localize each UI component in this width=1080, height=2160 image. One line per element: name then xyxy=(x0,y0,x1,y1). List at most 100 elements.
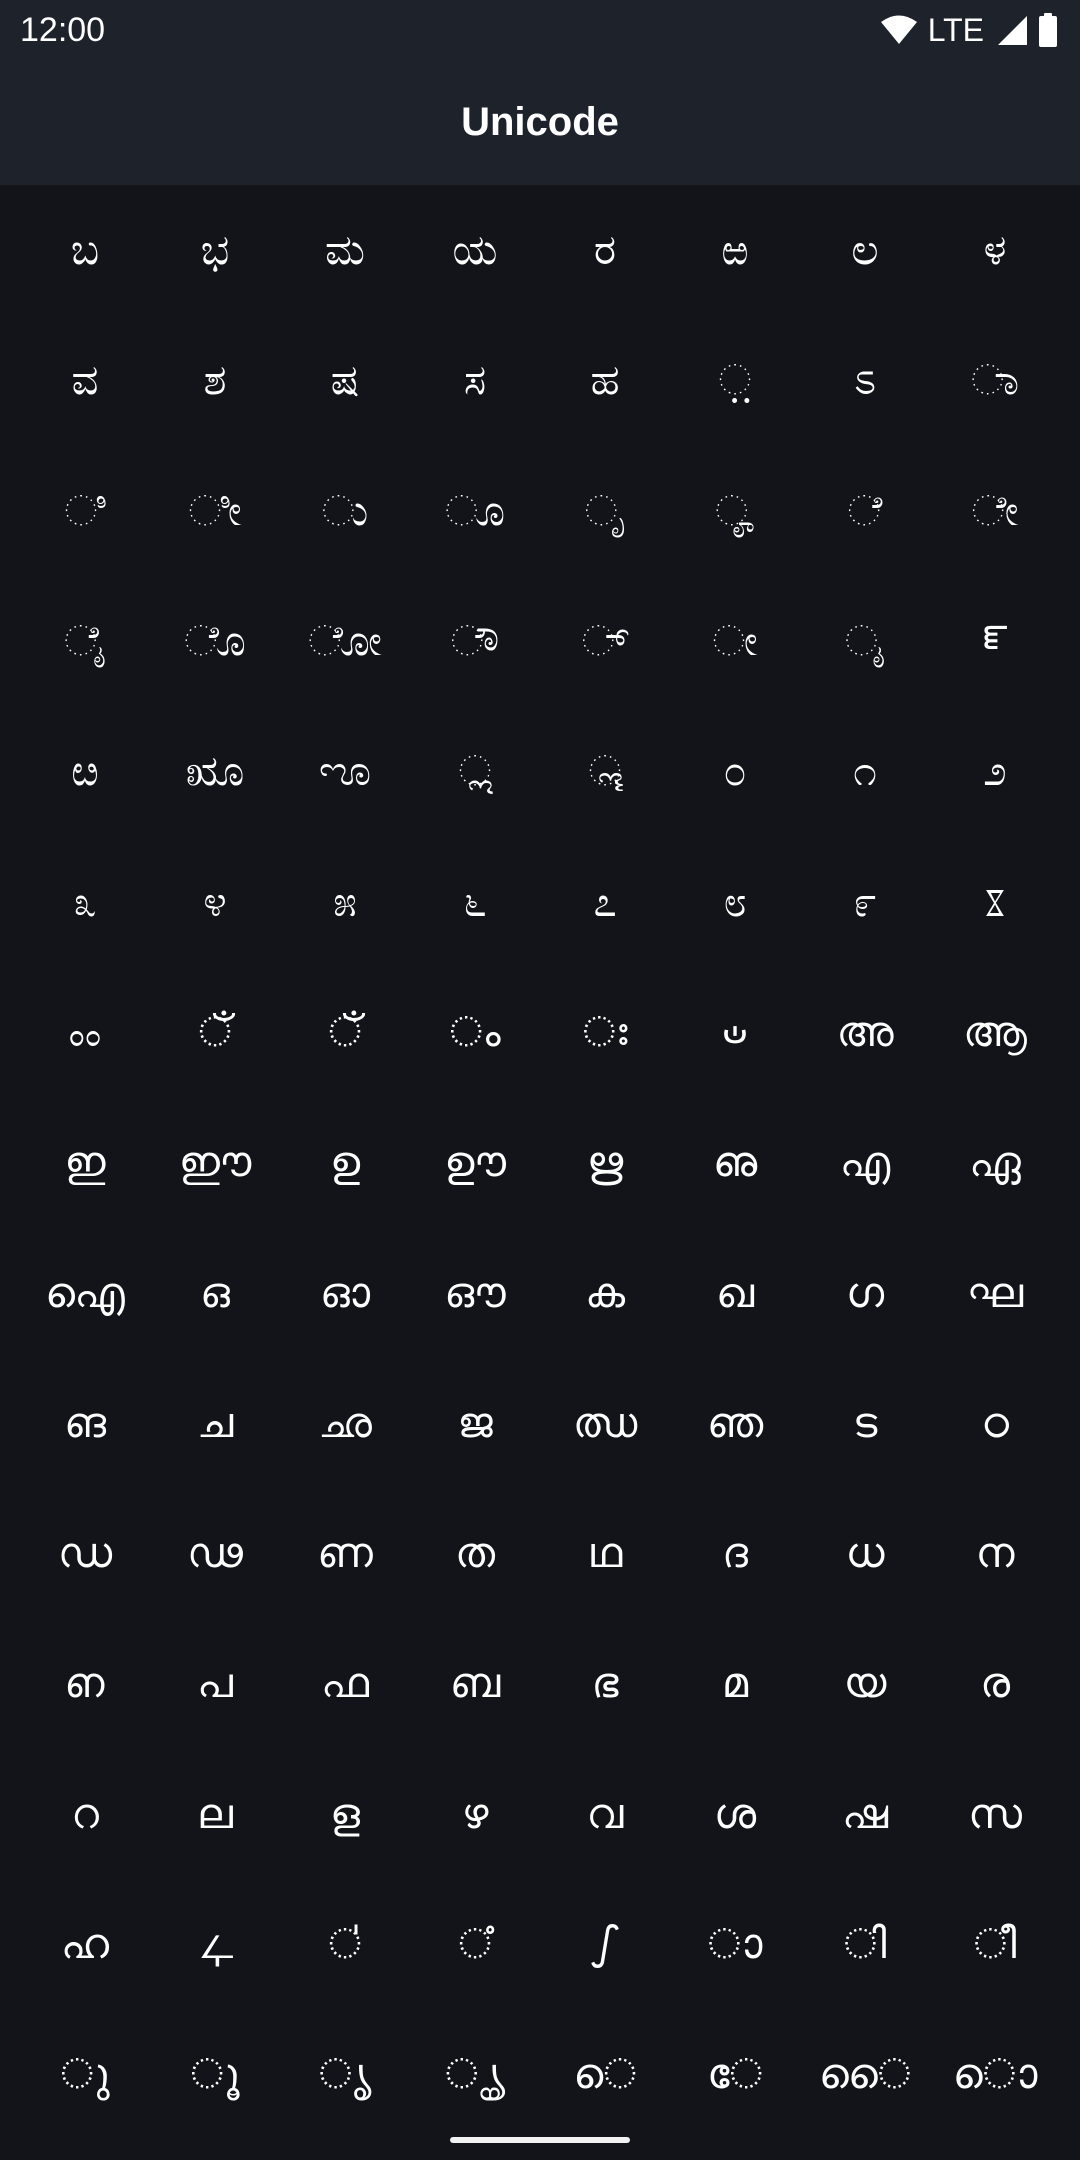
glyph-cell[interactable]: ി xyxy=(800,1879,930,2009)
glyph-cell[interactable]: ങ xyxy=(20,1358,150,1488)
glyph-cell[interactable]: ൃ xyxy=(280,2009,410,2139)
glyph-cell[interactable]: ೣ xyxy=(540,706,670,836)
glyph-cell[interactable]: ന xyxy=(930,1488,1060,1618)
glyph-cell[interactable]: ೦ xyxy=(670,706,800,836)
glyph-cell[interactable]: ೠ xyxy=(150,706,280,836)
glyph-cell[interactable]: ധ xyxy=(800,1488,930,1618)
glyph-cell[interactable]: ೀ xyxy=(150,446,280,576)
glyph-cell[interactable]: ಯ xyxy=(410,185,540,315)
glyph-cell[interactable]: ര xyxy=(930,1618,1060,1748)
glyph-cell[interactable]: ್ xyxy=(540,576,670,706)
glyph-cell[interactable]: ഷ xyxy=(800,1749,930,1879)
glyph-cell[interactable]: ಶ xyxy=(150,315,280,445)
glyph-cell[interactable]: ೩ xyxy=(20,836,150,966)
glyph-cell[interactable]: ഋ xyxy=(540,1097,670,1227)
glyph-cell[interactable]: ಸ xyxy=(410,315,540,445)
glyph-cell[interactable]: ೢ xyxy=(410,706,540,836)
glyph-cell[interactable]: ೡ xyxy=(280,706,410,836)
glyph-cell[interactable]: ೯ xyxy=(800,836,930,966)
glyph-cell[interactable]: ജ xyxy=(410,1358,540,1488)
glyph-cell[interactable]: മ xyxy=(670,1618,800,1748)
glyph-cell[interactable]: ഘ xyxy=(930,1227,1060,1357)
glyph-cell[interactable]: ೲ xyxy=(20,967,150,1097)
glyph-cell[interactable]: ഠ xyxy=(930,1358,1060,1488)
glyph-cell[interactable]: ത xyxy=(410,1488,540,1618)
glyph-cell[interactable]: ഡ xyxy=(20,1488,150,1618)
glyph-cell[interactable]: ഻ xyxy=(280,1879,410,2009)
glyph-cell[interactable]: ಬ xyxy=(20,185,150,315)
glyph-cell[interactable]: ഇ xyxy=(20,1097,150,1227)
glyph-cell[interactable]: ವ xyxy=(20,315,150,445)
glyph-cell[interactable]: ೮ xyxy=(670,836,800,966)
glyph-cell[interactable]: ൈ xyxy=(800,2009,930,2139)
glyph-cell[interactable]: ೊ xyxy=(150,576,280,706)
glyph-cell[interactable]: ഴ xyxy=(410,1749,540,1879)
glyph-cell[interactable]: ഌ xyxy=(670,1097,800,1227)
glyph-cell[interactable]: ഗ xyxy=(800,1227,930,1357)
glyph-cell[interactable]: ೄ xyxy=(670,446,800,576)
glyph-cell[interactable]: ೈ xyxy=(20,576,150,706)
glyph-cell[interactable]: വ xyxy=(540,1749,670,1879)
glyph-cell[interactable]: ൂ xyxy=(150,2009,280,2139)
glyph-cell[interactable]: ള xyxy=(280,1749,410,1879)
glyph-cell[interactable]: ಹ xyxy=(540,315,670,445)
glyph-cell[interactable]: ಱ xyxy=(670,185,800,315)
glyph-cell[interactable]: ಭ xyxy=(150,185,280,315)
glyph-cell[interactable]: ು xyxy=(280,446,410,576)
glyph-cell[interactable]: ೭ xyxy=(540,836,670,966)
glyph-cell[interactable]: ഹ xyxy=(20,1879,150,2009)
glyph-cell[interactable]: ഛ xyxy=(280,1358,410,1488)
glyph-cell[interactable]: ഼ xyxy=(410,1879,540,2009)
glyph-cell[interactable]: ഃ xyxy=(540,967,670,1097)
glyph-cell[interactable]: ഺ xyxy=(150,1879,280,2009)
glyph-cell[interactable]: ആ xyxy=(930,967,1060,1097)
glyph-cell[interactable]: ೇ xyxy=(930,446,1060,576)
glyph-cell[interactable]: ല xyxy=(150,1749,280,1879)
glyph-cell[interactable]: െ xyxy=(540,2009,670,2139)
glyph-cell[interactable]: ച xyxy=(150,1358,280,1488)
glyph-cell[interactable]: യ xyxy=(800,1618,930,1748)
glyph-cell[interactable]: ೕ xyxy=(670,576,800,706)
glyph-cell[interactable]: ഐ xyxy=(20,1227,150,1357)
glyph-cell[interactable]: അ xyxy=(800,967,930,1097)
glyph-cell[interactable]: ശ xyxy=(670,1749,800,1879)
glyph-cell[interactable]: ു xyxy=(20,2009,150,2139)
glyph-cell[interactable]: പ xyxy=(150,1618,280,1748)
glyph-cell[interactable]: സ xyxy=(930,1749,1060,1879)
glyph-cell[interactable]: ഓ xyxy=(280,1227,410,1357)
glyph-cell[interactable]: ೧ xyxy=(800,706,930,836)
glyph-cell[interactable]: ഭ xyxy=(540,1618,670,1748)
glyph-cell[interactable]: ഞ xyxy=(670,1358,800,1488)
glyph-cell[interactable]: ഄ xyxy=(670,967,800,1097)
glyph-cell[interactable]: ಾ xyxy=(930,315,1060,445)
glyph-cell[interactable]: ഉ xyxy=(280,1097,410,1227)
glyph-cell[interactable]: ಽ xyxy=(800,315,930,445)
glyph-cell[interactable]: ൄ xyxy=(410,2009,540,2139)
glyph-cell[interactable]: ೞ xyxy=(20,706,150,836)
glyph-cell[interactable]: ഖ xyxy=(670,1227,800,1357)
glyph-cell[interactable]: ഥ xyxy=(540,1488,670,1618)
glyph-cell[interactable]: ം xyxy=(410,967,540,1097)
glyph-cell[interactable]: ൊ xyxy=(930,2009,1060,2139)
glyph-cell[interactable]: ೫ xyxy=(280,836,410,966)
glyph-cell[interactable]: ഔ xyxy=(410,1227,540,1357)
glyph-cell[interactable]: ഽ xyxy=(540,1879,670,2009)
glyph-cell[interactable]: ാ xyxy=(670,1879,800,2009)
glyph-cell[interactable]: ೂ xyxy=(410,446,540,576)
glyph-cell[interactable]: ೆ xyxy=(800,446,930,576)
glyph-cell[interactable]: എ xyxy=(800,1097,930,1227)
glyph-cell[interactable]: ഁ xyxy=(150,967,280,1097)
glyph-cell[interactable]: ീ xyxy=(930,1879,1060,2009)
glyph-cell[interactable]: ೪ xyxy=(150,836,280,966)
glyph-cell[interactable]: ഈ xyxy=(150,1097,280,1227)
glyph-cell[interactable]: ബ xyxy=(410,1618,540,1748)
glyph-cell[interactable]: ಷ xyxy=(280,315,410,445)
glyph-cell[interactable]: ಲ xyxy=(800,185,930,315)
glyph-cell[interactable]: ೌ xyxy=(410,576,540,706)
glyph-cell[interactable]: ഝ xyxy=(540,1358,670,1488)
glyph-cell[interactable]: ೖ xyxy=(800,576,930,706)
glyph-cell[interactable]: റ xyxy=(20,1749,150,1879)
glyph-cell[interactable]: ೨ xyxy=(930,706,1060,836)
glyph-cell[interactable]: ೋ xyxy=(280,576,410,706)
glyph-cell[interactable]: ഫ xyxy=(280,1618,410,1748)
